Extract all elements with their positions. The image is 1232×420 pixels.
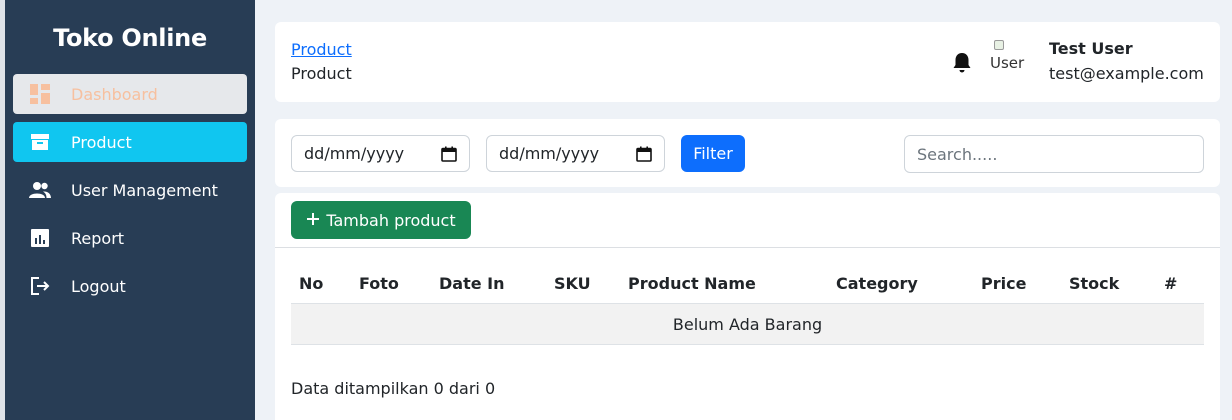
column-header-date-in: Date In — [439, 274, 505, 293]
user-name: Test User — [1049, 39, 1133, 58]
sidebar: Toko Online Dashboard Product User Manag… — [5, 0, 255, 420]
dashboard-icon — [29, 83, 51, 105]
column-header-foto: Foto — [359, 274, 399, 293]
sidebar-item-label: User Management — [71, 180, 218, 200]
date-to-input[interactable]: dd/mm/yyyy — [486, 135, 665, 172]
chart-report-icon — [29, 227, 51, 249]
sidebar-item-label: Dashboard — [71, 84, 158, 104]
sidebar-item-logout[interactable]: Logout — [13, 266, 247, 306]
sidebar-item-label: Report — [71, 228, 125, 248]
broken-image-icon — [994, 40, 1004, 50]
search-input[interactable] — [904, 135, 1204, 173]
sidebar-item-dashboard[interactable]: Dashboard — [13, 74, 247, 114]
sidebar-item-label: Logout — [71, 276, 126, 296]
avatar-alt-text: User — [990, 54, 1025, 72]
column-header-price: Price — [981, 274, 1027, 293]
pagination-info: Data ditampilkan 0 dari 0 — [291, 379, 496, 398]
column-header-stock: Stock — [1069, 274, 1120, 293]
sidebar-item-user-management[interactable]: User Management — [13, 170, 247, 210]
column-header-actions: # — [1164, 274, 1178, 293]
product-table-card: Tambah product No Foto Date In SKU Produ… — [275, 193, 1220, 420]
empty-message: Belum Ada Barang — [672, 314, 823, 334]
add-product-button[interactable]: Tambah product — [291, 201, 471, 239]
column-header-product-name: Product Name — [628, 274, 756, 293]
logout-icon — [29, 275, 51, 297]
avatar[interactable]: User — [990, 40, 1028, 80]
column-header-no: No — [299, 274, 324, 293]
calendar-icon[interactable] — [441, 146, 457, 162]
add-product-label: Tambah product — [326, 210, 456, 230]
filter-bar: dd/mm/yyyy dd/mm/yyyy Filter — [275, 119, 1220, 187]
plus-icon — [306, 211, 320, 230]
bell-icon[interactable] — [952, 52, 972, 74]
date-from-input[interactable]: dd/mm/yyyy — [291, 135, 470, 172]
top-header: Product Product User Test User test@exam… — [275, 22, 1220, 102]
user-email: test@example.com — [1049, 64, 1204, 83]
breadcrumb-link[interactable]: Product — [291, 40, 352, 59]
date-to-value: dd/mm/yyyy — [499, 144, 600, 163]
filter-button[interactable]: Filter — [681, 135, 745, 172]
table-empty-row: Belum Ada Barang — [291, 304, 1204, 345]
brand-title: Toko Online — [53, 24, 207, 52]
sidebar-item-label: Product — [71, 132, 132, 152]
archive-box-icon — [29, 131, 51, 153]
column-header-category: Category — [836, 274, 918, 293]
divider — [275, 247, 1220, 248]
breadcrumb-current: Product — [291, 64, 352, 83]
column-header-sku: SKU — [554, 274, 591, 293]
calendar-icon[interactable] — [636, 146, 652, 162]
users-icon — [29, 179, 51, 201]
sidebar-item-product[interactable]: Product — [13, 122, 247, 162]
date-from-value: dd/mm/yyyy — [304, 144, 405, 163]
sidebar-item-report[interactable]: Report — [13, 218, 247, 258]
